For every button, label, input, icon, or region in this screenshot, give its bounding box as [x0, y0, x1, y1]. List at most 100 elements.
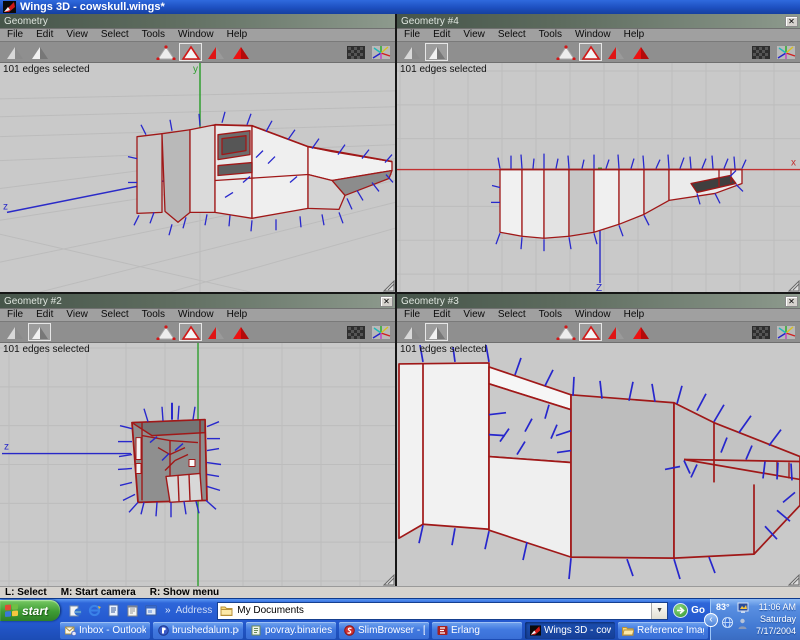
quick-launch-overflow-chevron[interactable]: »	[165, 605, 171, 616]
taskbar-button-slimbrowser[interactable]: SlimBrowser - [Goo...	[339, 622, 429, 639]
vertex-select-icon[interactable]	[154, 323, 177, 341]
groundplane-toggle-icon[interactable]	[344, 43, 367, 61]
viewport-canvas[interactable]: 101 edges selected x Z	[397, 62, 800, 292]
groundplane-toggle-icon[interactable]	[344, 323, 367, 341]
menu-item-view[interactable]: View	[66, 309, 88, 321]
vertex-select-icon[interactable]	[154, 43, 177, 61]
cowskull-mesh[interactable]	[132, 420, 207, 503]
taskbar-button-povray-binaries[interactable]: povray.binaries.im...	[246, 622, 336, 639]
messenger-person-icon[interactable]	[737, 617, 748, 635]
resize-grip[interactable]	[384, 575, 394, 585]
menu-item-select[interactable]: Select	[101, 309, 129, 321]
taskbar-button-outlook[interactable]: Inbox - Outlook Ex...	[60, 622, 150, 639]
smooth-shaded-icon[interactable]	[28, 323, 51, 341]
notepad-icon[interactable]	[125, 603, 140, 618]
menu-item-file[interactable]: File	[7, 29, 23, 41]
menu-item-tools[interactable]: Tools	[539, 309, 562, 321]
menu-item-edit[interactable]: Edit	[36, 29, 53, 41]
start-button[interactable]: start	[0, 600, 60, 621]
menu-item-tools[interactable]: Tools	[142, 309, 165, 321]
flat-shaded-icon[interactable]	[400, 43, 423, 61]
address-dropdown-icon[interactable]: ▼	[651, 603, 667, 619]
edge-select-icon[interactable]	[179, 43, 202, 61]
menu-item-help[interactable]: Help	[227, 309, 248, 321]
edge-select-icon[interactable]	[579, 43, 602, 61]
menu-item-edit[interactable]: Edit	[433, 29, 450, 41]
tray-collapse-chevron-icon[interactable]: ‹	[704, 613, 718, 627]
menu-item-file[interactable]: File	[404, 29, 420, 41]
menu-item-view[interactable]: View	[463, 29, 485, 41]
smooth-shaded-icon[interactable]	[28, 43, 51, 61]
taskbar-button-brushedalum[interactable]: brushedalum.pov:li...	[153, 622, 243, 639]
groundplane-toggle-icon[interactable]	[749, 323, 772, 341]
menu-item-select[interactable]: Select	[498, 309, 526, 321]
viewport-geometry-2-header[interactable]: Geometry #2 ✕	[0, 294, 395, 308]
menu-item-select[interactable]: Select	[101, 29, 129, 41]
axes-toggle-icon[interactable]	[774, 43, 797, 61]
cowskull-mesh[interactable]	[137, 125, 392, 223]
menu-item-window[interactable]: Window	[575, 309, 611, 321]
face-select-icon[interactable]	[204, 43, 227, 61]
menu-item-file[interactable]: File	[7, 309, 23, 321]
viewport-geometry-3-header[interactable]: Geometry #3 ✕	[397, 294, 800, 308]
menu-item-help[interactable]: Help	[624, 309, 645, 321]
menu-item-edit[interactable]: Edit	[433, 309, 450, 321]
go-button[interactable]: Go	[673, 603, 705, 618]
menu-item-view[interactable]: View	[463, 309, 485, 321]
body-select-icon[interactable]	[229, 43, 252, 61]
ie-desktop-icon[interactable]	[68, 603, 83, 618]
close-icon[interactable]: ✕	[380, 296, 393, 307]
flat-shaded-icon[interactable]	[400, 323, 423, 341]
viewport-geometry-4-header[interactable]: Geometry #4 ✕	[397, 14, 800, 28]
address-input[interactable]: My Documents ▼	[217, 602, 668, 620]
vertex-select-icon[interactable]	[554, 323, 577, 341]
menu-item-tools[interactable]: Tools	[539, 29, 562, 41]
resize-grip[interactable]	[384, 281, 394, 291]
body-select-icon[interactable]	[229, 323, 252, 341]
menu-item-help[interactable]: Help	[227, 29, 248, 41]
menu-item-edit[interactable]: Edit	[36, 309, 53, 321]
viewport-canvas[interactable]: 101 edges selected	[397, 342, 800, 586]
menu-item-window[interactable]: Window	[575, 29, 611, 41]
document-icon[interactable]	[106, 603, 121, 618]
flat-shaded-icon[interactable]	[3, 43, 26, 61]
face-select-icon[interactable]	[604, 43, 627, 61]
menu-item-file[interactable]: File	[404, 309, 420, 321]
network-globe-icon[interactable]	[721, 616, 734, 634]
internet-explorer-icon[interactable]	[87, 603, 102, 618]
axes-toggle-icon[interactable]	[369, 43, 392, 61]
temperature-tray-item[interactable]: 83°	[716, 602, 730, 612]
taskbar-button-wings3d[interactable]: Wings 3D - cowskul...	[525, 622, 615, 639]
viewport-canvas[interactable]: 101 edges selected y	[0, 62, 395, 292]
viewport-canvas[interactable]: 101 edges selected z	[0, 342, 395, 586]
viewport-geometry-header[interactable]: Geometry	[0, 14, 395, 28]
resize-grip[interactable]	[789, 575, 799, 585]
menu-item-tools[interactable]: Tools	[142, 29, 165, 41]
close-icon[interactable]: ✕	[785, 16, 798, 27]
edge-select-icon[interactable]	[579, 323, 602, 341]
wings-window-titlebar[interactable]: Wings 3D - cowskull.wings*	[0, 0, 800, 14]
menu-item-window[interactable]: Window	[178, 29, 214, 41]
menu-item-view[interactable]: View	[66, 29, 88, 41]
face-select-icon[interactable]	[604, 323, 627, 341]
app-window-icon[interactable]	[144, 603, 159, 618]
flat-shaded-icon[interactable]	[3, 323, 26, 341]
axes-toggle-icon[interactable]	[774, 323, 797, 341]
edge-select-icon[interactable]	[179, 323, 202, 341]
smooth-shaded-icon[interactable]	[425, 43, 448, 61]
smooth-shaded-icon[interactable]	[425, 323, 448, 341]
menu-item-window[interactable]: Window	[178, 309, 214, 321]
close-icon[interactable]: ✕	[785, 296, 798, 307]
taskbar-button-erlang[interactable]: Erlang	[432, 622, 522, 639]
face-select-icon[interactable]	[204, 323, 227, 341]
menu-item-help[interactable]: Help	[624, 29, 645, 41]
body-select-icon[interactable]	[629, 43, 652, 61]
cowskull-mesh[interactable]	[399, 363, 800, 558]
groundplane-toggle-icon[interactable]	[749, 43, 772, 61]
menu-item-select[interactable]: Select	[498, 29, 526, 41]
body-select-icon[interactable]	[629, 323, 652, 341]
taskbar-button-reference-images[interactable]: Reference Images	[618, 622, 708, 639]
axes-toggle-icon[interactable]	[369, 323, 392, 341]
resize-grip[interactable]	[789, 281, 799, 291]
vertex-select-icon[interactable]	[554, 43, 577, 61]
